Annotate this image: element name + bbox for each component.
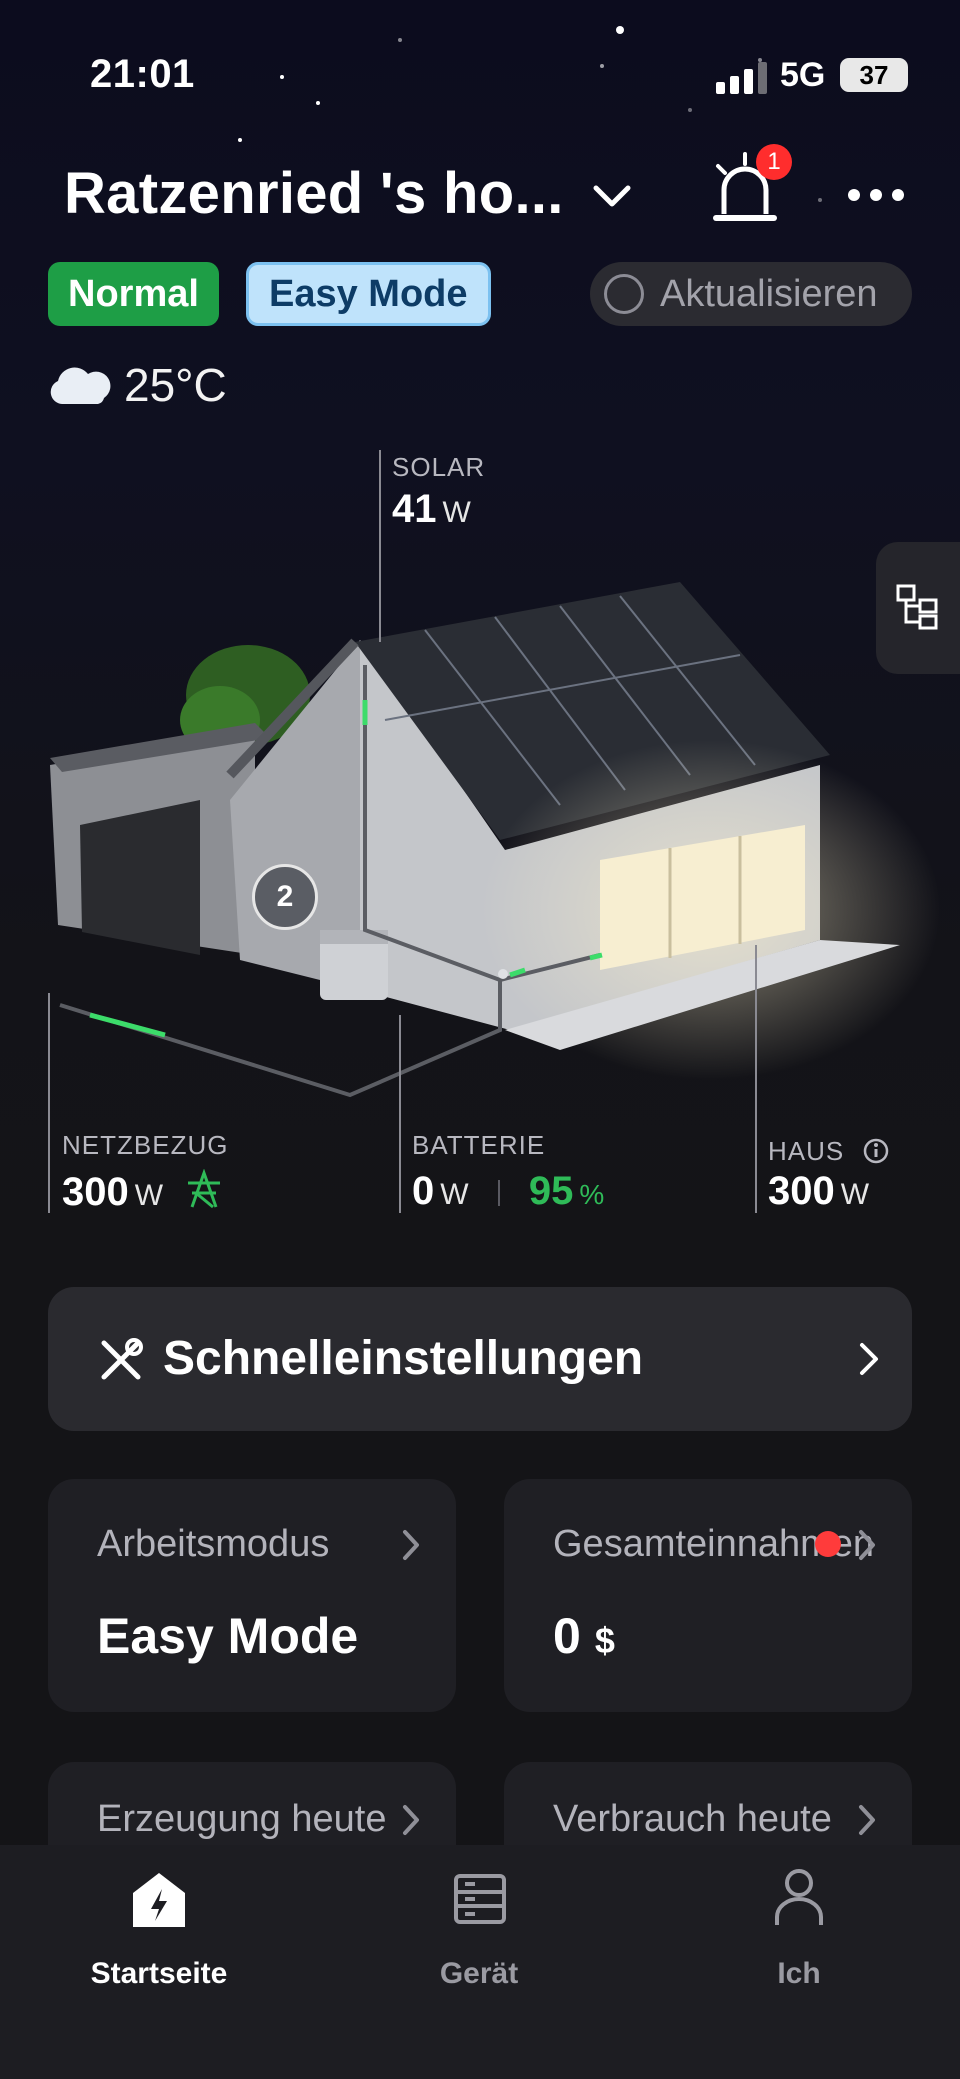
device-count-bubble[interactable]: 2 — [252, 864, 318, 930]
battery-divider — [497, 1180, 500, 1206]
quick-settings-label: Schnelleinstellungen — [163, 1332, 644, 1385]
battery-leader-line — [399, 1015, 401, 1213]
power-tower-icon — [188, 1168, 221, 1209]
nav-label-device: Gerät — [439, 1957, 519, 1990]
work-mode-card[interactable]: Arbeitsmodus Easy Mode — [48, 1479, 456, 1712]
refresh-icon — [604, 274, 644, 314]
tools-icon — [101, 1338, 143, 1380]
chevron-right-icon — [859, 1530, 875, 1560]
home-selector-title[interactable]: Ratzenried 's ho... — [64, 160, 564, 227]
grid-label: NETZBEZUG — [62, 1130, 229, 1160]
solar-power: 41 W — [392, 487, 485, 532]
cloud-icon — [50, 367, 111, 404]
nav-label-home: Startseite — [90, 1957, 228, 1990]
chevron-down-icon[interactable] — [590, 178, 634, 214]
network-type: 5G — [780, 56, 826, 94]
grid-readout: NETZBEZUG 300 W — [62, 1130, 228, 1215]
chevron-right-icon — [403, 1805, 419, 1835]
total-income-card[interactable]: Gesamteinnahmen 0 $ — [504, 1479, 912, 1712]
consumption-today-title: Verbrauch heute — [553, 1798, 832, 1840]
nav-tab-me[interactable]: Ich — [699, 1845, 899, 2079]
temperature: 25°C — [124, 359, 227, 411]
device-icon — [454, 1874, 506, 1924]
battery-power: 0W 95% — [412, 1169, 604, 1214]
total-income-value: 0 $ — [553, 1607, 615, 1665]
grid-power: 300 W — [62, 1168, 228, 1215]
battery-indicator: 37 — [840, 58, 908, 92]
work-mode-title: Arbeitsmodus — [97, 1523, 330, 1565]
nav-tab-device[interactable]: Gerät — [379, 1845, 579, 2079]
solar-label: SOLAR — [392, 452, 486, 482]
battery-power-unit: W — [440, 1178, 469, 1211]
solar-power-value: 41 — [392, 487, 437, 531]
battery-label: BATTERIE — [412, 1130, 546, 1160]
battery-soc-value: 95 — [528, 1169, 574, 1213]
house-power: 300 W — [768, 1169, 890, 1214]
house-label: HAUS — [768, 1136, 845, 1166]
home-energy-icon — [133, 1873, 185, 1927]
alarm-count-badge: 1 — [756, 144, 792, 180]
grid-power-value: 300 — [62, 1170, 129, 1214]
topology-button[interactable] — [876, 542, 960, 674]
chevron-right-icon — [859, 1805, 875, 1835]
alarm-button[interactable]: 1 — [710, 144, 792, 230]
generation-today-title: Erzeugung heute — [97, 1798, 387, 1840]
battery-soc-unit: % — [579, 1179, 605, 1210]
chevron-right-icon — [403, 1530, 419, 1560]
solar-power-unit: W — [442, 496, 471, 529]
house-power-unit: W — [840, 1178, 870, 1211]
house-power-value: 300 — [768, 1169, 835, 1213]
tree-structure-icon — [896, 584, 938, 630]
chevron-right-icon — [860, 1343, 878, 1375]
nav-tab-home[interactable]: Startseite — [59, 1845, 259, 2079]
bottom-navigation: Startseite Gerät Ich — [0, 1845, 960, 2079]
nav-label-me: Ich — [777, 1957, 821, 1990]
info-icon[interactable] — [862, 1137, 890, 1165]
battery-power-value: 0 — [412, 1169, 435, 1213]
house-readout: HAUS 300 W — [768, 1136, 890, 1214]
quick-settings-button[interactable]: Schnelleinstellungen — [48, 1287, 912, 1431]
house-label-row: HAUS — [768, 1136, 890, 1167]
signal-icon — [716, 62, 767, 94]
unread-dot — [815, 1531, 841, 1557]
total-income-amount: 0 — [553, 1608, 581, 1664]
solar-readout: SOLAR 41 W — [392, 452, 485, 532]
grid-power-unit: W — [134, 1179, 164, 1212]
system-status-badge: Normal — [48, 262, 219, 326]
refresh-button[interactable]: Aktualisieren — [590, 262, 912, 326]
grid-leader-line — [48, 993, 50, 1213]
status-time: 21:01 — [90, 52, 195, 96]
total-income-currency: $ — [594, 1620, 615, 1661]
person-icon — [775, 1869, 823, 1925]
work-mode-value: Easy Mode — [97, 1608, 359, 1664]
house-leader-line — [755, 945, 757, 1213]
solar-leader-line — [379, 450, 381, 642]
refresh-label: Aktualisieren — [660, 273, 878, 315]
house-illustration — [50, 582, 940, 1098]
mode-badge[interactable]: Easy Mode — [246, 262, 491, 326]
more-options-icon[interactable] — [846, 180, 906, 210]
battery-readout: BATTERIE 0W 95% — [412, 1130, 604, 1214]
